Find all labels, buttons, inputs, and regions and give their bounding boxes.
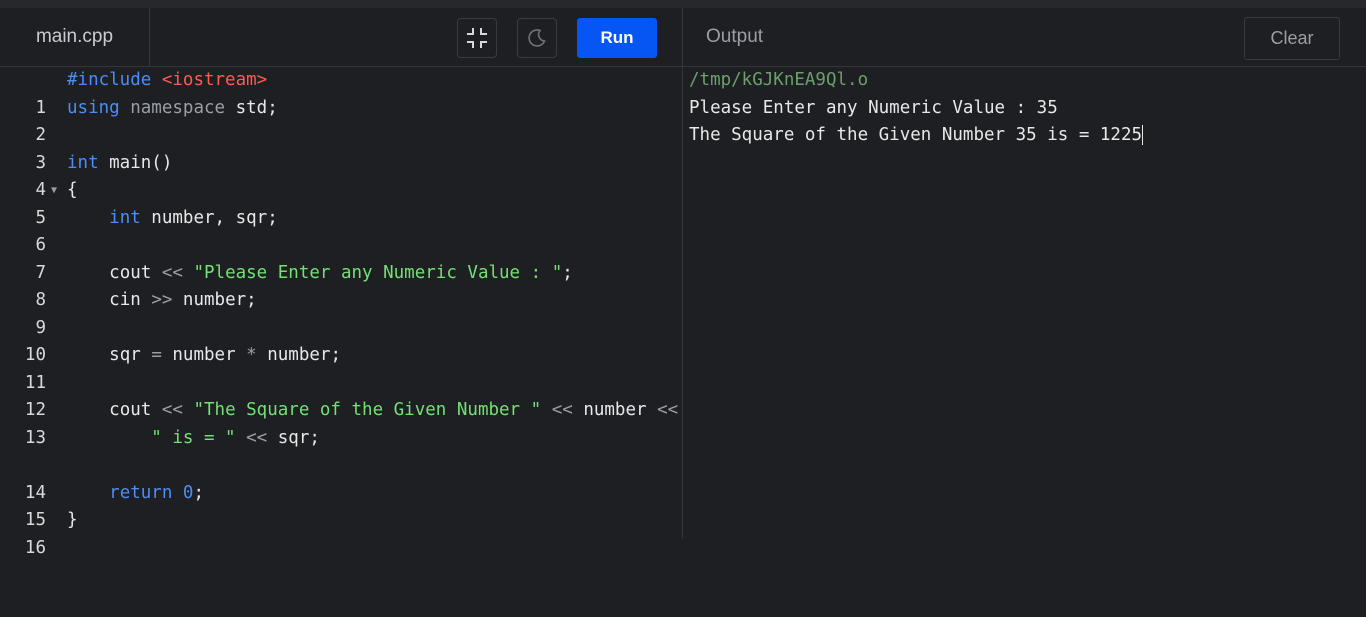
code-line: 2 using namespace std; xyxy=(0,95,682,146)
code-token: using xyxy=(67,97,120,118)
code-token: namespace xyxy=(130,97,226,118)
code-line: 7 xyxy=(0,232,682,283)
code-editor[interactable]: 1 #include <iostream> 2 using namespace … xyxy=(0,67,682,558)
code-token: cout xyxy=(109,262,162,283)
code-token: <iostream> xyxy=(161,70,268,90)
code-line: 13 cout << "The Square of the Given Numb… xyxy=(0,397,682,452)
code-line: 11 sqr = number * number; xyxy=(0,342,682,393)
code-token: main() xyxy=(98,152,173,173)
editor-pane: main.cpp Run 1 #include <iostream> 2 usi… xyxy=(0,8,682,558)
code-token: number xyxy=(161,345,247,365)
output-pane: Output Clear /tmp/kGJKnEA9Ql.o Please En… xyxy=(682,8,1366,539)
collapse-button[interactable] xyxy=(457,18,497,58)
theme-toggle-button[interactable] xyxy=(517,18,557,58)
code-token: << xyxy=(657,400,679,420)
code-line: 15 return 0; xyxy=(0,480,682,531)
code-token: >> xyxy=(151,290,173,310)
code-token: cin xyxy=(109,290,152,310)
code-line: 3 xyxy=(0,122,682,173)
code-token: * xyxy=(246,345,257,365)
code-token: { xyxy=(67,180,78,200)
code-token: number; xyxy=(256,345,341,365)
code-token: std; xyxy=(225,97,278,118)
code-line: 6 int number, sqr; xyxy=(0,205,682,256)
output-console[interactable]: /tmp/kGJKnEA9Ql.o Please Enter any Numer… xyxy=(689,67,1144,150)
code-token: ; xyxy=(193,482,205,503)
code-token: = xyxy=(151,345,162,365)
output-label: Output xyxy=(706,26,764,47)
code-line: 9 cin >> number; xyxy=(0,287,682,338)
code-token: << xyxy=(161,262,183,283)
moon-icon xyxy=(528,29,546,47)
output-line: /tmp/kGJKnEA9Ql.o xyxy=(689,70,869,90)
code-token: sqr xyxy=(109,345,152,365)
run-button[interactable]: Run xyxy=(577,18,657,58)
code-line: 10 xyxy=(0,315,682,365)
output-line: Please Enter any Numeric Value : 35 xyxy=(689,97,1058,118)
code-line: 1 #include <iostream> xyxy=(0,67,682,118)
code-token: number xyxy=(572,400,658,420)
code-token: int xyxy=(109,207,141,228)
code-line: 16 } xyxy=(0,507,682,558)
code-token: 0 xyxy=(182,482,194,503)
code-token: number, sqr; xyxy=(140,207,278,228)
code-token: return xyxy=(109,482,173,503)
code-token: cout xyxy=(109,400,162,420)
code-token: " is = " xyxy=(151,427,236,448)
line-number: 13 xyxy=(24,427,46,448)
code-token: << xyxy=(161,400,183,420)
clear-button[interactable]: Clear xyxy=(1244,17,1340,60)
code-token: int xyxy=(67,152,99,173)
code-line: 5 ▼ { xyxy=(0,177,682,228)
code-token: number; xyxy=(172,290,257,310)
code-token: } xyxy=(67,510,78,530)
code-line: 14 xyxy=(0,452,682,503)
collapse-icon xyxy=(467,28,487,48)
code-token: << xyxy=(246,427,268,448)
text-cursor xyxy=(1142,125,1144,145)
code-token: << xyxy=(551,400,573,420)
code-token: "Please Enter any Numeric Value : " xyxy=(193,262,563,283)
output-line: The Square of the Given Number 35 is = 1… xyxy=(689,125,1143,145)
code-line: 12 xyxy=(0,370,682,420)
code-token: ; xyxy=(562,262,573,283)
code-line: 8 cout << "Please Enter any Numeric Valu… xyxy=(0,260,682,311)
code-token: #include xyxy=(67,70,152,90)
code-line: 4 int main() xyxy=(0,150,682,201)
file-tab[interactable]: main.cpp xyxy=(0,8,150,66)
fold-arrow-icon[interactable]: ▼ xyxy=(51,177,57,205)
code-token: sqr; xyxy=(267,427,320,448)
editor-header: main.cpp Run xyxy=(0,8,682,67)
output-header: Output Clear xyxy=(683,8,1366,67)
top-bar xyxy=(0,0,1366,8)
code-token: "The Square of the Given Number " xyxy=(193,400,542,420)
